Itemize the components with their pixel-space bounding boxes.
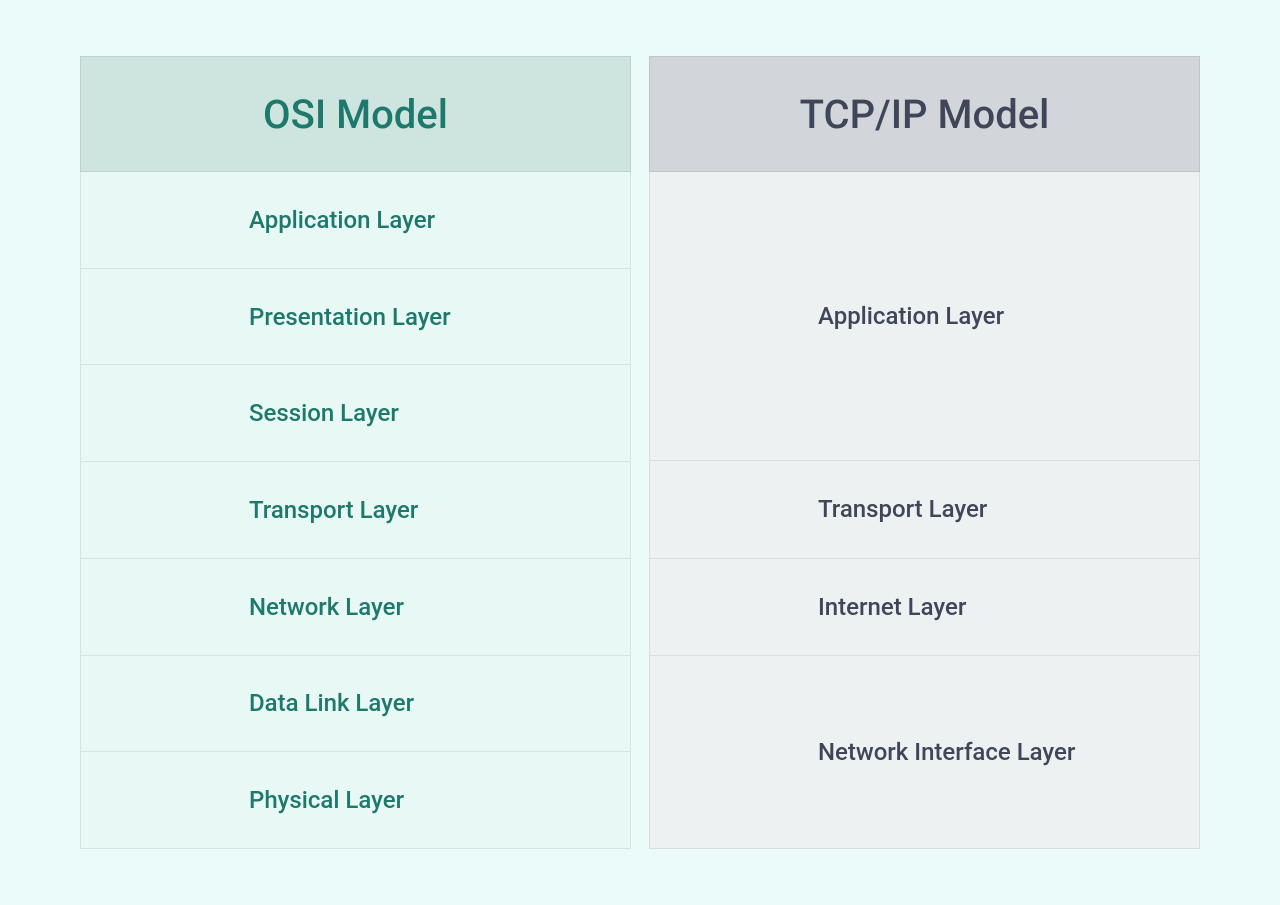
tcpip-layers: Application Layer Transport Layer Intern… xyxy=(649,172,1200,849)
osi-layer-label: Session Layer xyxy=(249,399,399,427)
osi-layer-session: Session Layer xyxy=(80,365,631,462)
tcpip-layer-label: Transport Layer xyxy=(818,495,987,523)
osi-header: OSI Model xyxy=(80,56,631,172)
tcpip-column: TCP/IP Model Application Layer Transport… xyxy=(649,56,1200,849)
osi-layer-label: Physical Layer xyxy=(249,786,404,814)
tcpip-layer-label: Application Layer xyxy=(818,302,1004,330)
tcpip-layer-internet: Internet Layer xyxy=(649,559,1200,656)
tcpip-layer-network-interface: Network Interface Layer xyxy=(649,656,1200,849)
osi-layer-label: Transport Layer xyxy=(249,496,418,524)
osi-layer-network: Network Layer xyxy=(80,559,631,656)
osi-column: OSI Model Application Layer Presentation… xyxy=(80,56,631,849)
osi-layer-label: Network Layer xyxy=(249,593,404,621)
osi-layers: Application Layer Presentation Layer Ses… xyxy=(80,172,631,849)
osi-layer-datalink: Data Link Layer xyxy=(80,656,631,753)
osi-layer-label: Data Link Layer xyxy=(249,689,414,717)
osi-layer-physical: Physical Layer xyxy=(80,752,631,849)
osi-layer-label: Presentation Layer xyxy=(249,303,451,331)
tcpip-title: TCP/IP Model xyxy=(800,91,1050,138)
osi-layer-presentation: Presentation Layer xyxy=(80,269,631,366)
osi-layer-label: Application Layer xyxy=(249,206,435,234)
tcpip-layer-label: Network Interface Layer xyxy=(818,738,1075,766)
tcpip-layer-transport: Transport Layer xyxy=(649,461,1200,558)
tcpip-layer-label: Internet Layer xyxy=(818,593,966,621)
osi-title: OSI Model xyxy=(263,91,448,138)
osi-layer-application: Application Layer xyxy=(80,172,631,269)
model-comparison-container: OSI Model Application Layer Presentation… xyxy=(80,56,1200,849)
osi-layer-transport: Transport Layer xyxy=(80,462,631,559)
tcpip-layer-application: Application Layer xyxy=(649,172,1200,461)
tcpip-header: TCP/IP Model xyxy=(649,56,1200,172)
